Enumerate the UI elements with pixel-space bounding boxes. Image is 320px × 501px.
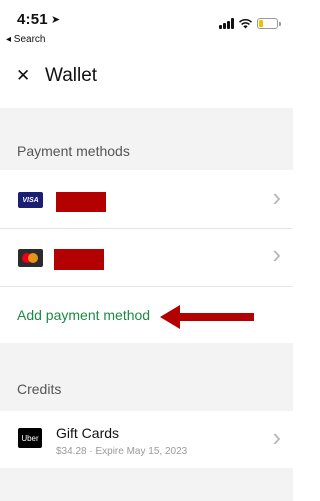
gift-cards-row[interactable] <box>0 411 293 468</box>
payment-card-row-mastercard[interactable]: › <box>0 229 293 286</box>
section-label-credits: Credits <box>17 381 62 397</box>
status-time: 4:51 <box>17 11 48 28</box>
status-icons <box>219 16 281 30</box>
chevron-right-icon: › <box>272 239 281 269</box>
page-title: Wallet <box>45 65 98 86</box>
status-bar: 4:51 ➤ ◂ Search <box>0 0 293 46</box>
section-header-credits: Credits <box>0 343 293 411</box>
gift-cards-balance: $34.28 · Expire May 15, 2023 <box>56 446 188 457</box>
chevron-right-icon: › <box>272 182 281 212</box>
redacted-card-number <box>56 192 106 212</box>
chevron-right-icon: › <box>272 422 281 452</box>
uber-logo-icon: Uber <box>18 428 42 448</box>
wallet-header: ✕ Wallet <box>0 46 293 108</box>
wifi-icon <box>238 18 253 28</box>
close-icon[interactable]: ✕ <box>16 67 30 84</box>
section-header-payment-methods: Payment methods <box>0 108 293 170</box>
section-label-payment-methods: Payment methods <box>17 143 130 159</box>
location-arrow-icon: ➤ <box>51 14 61 26</box>
visa-logo-icon: VISA <box>18 192 43 208</box>
redacted-card-number <box>54 249 104 270</box>
back-to-search-link[interactable]: ◂ Search <box>6 34 45 45</box>
mastercard-logo-icon <box>18 249 43 267</box>
cellular-signal-icon <box>219 17 234 29</box>
gift-cards-title: Gift Cards <box>56 425 120 441</box>
battery-icon <box>257 17 281 29</box>
add-payment-method-link[interactable]: Add payment method <box>17 307 150 323</box>
bottom-spacer <box>0 468 293 501</box>
annotation-arrow-icon <box>160 305 254 329</box>
payment-card-row-visa[interactable]: VISA › <box>0 171 293 228</box>
